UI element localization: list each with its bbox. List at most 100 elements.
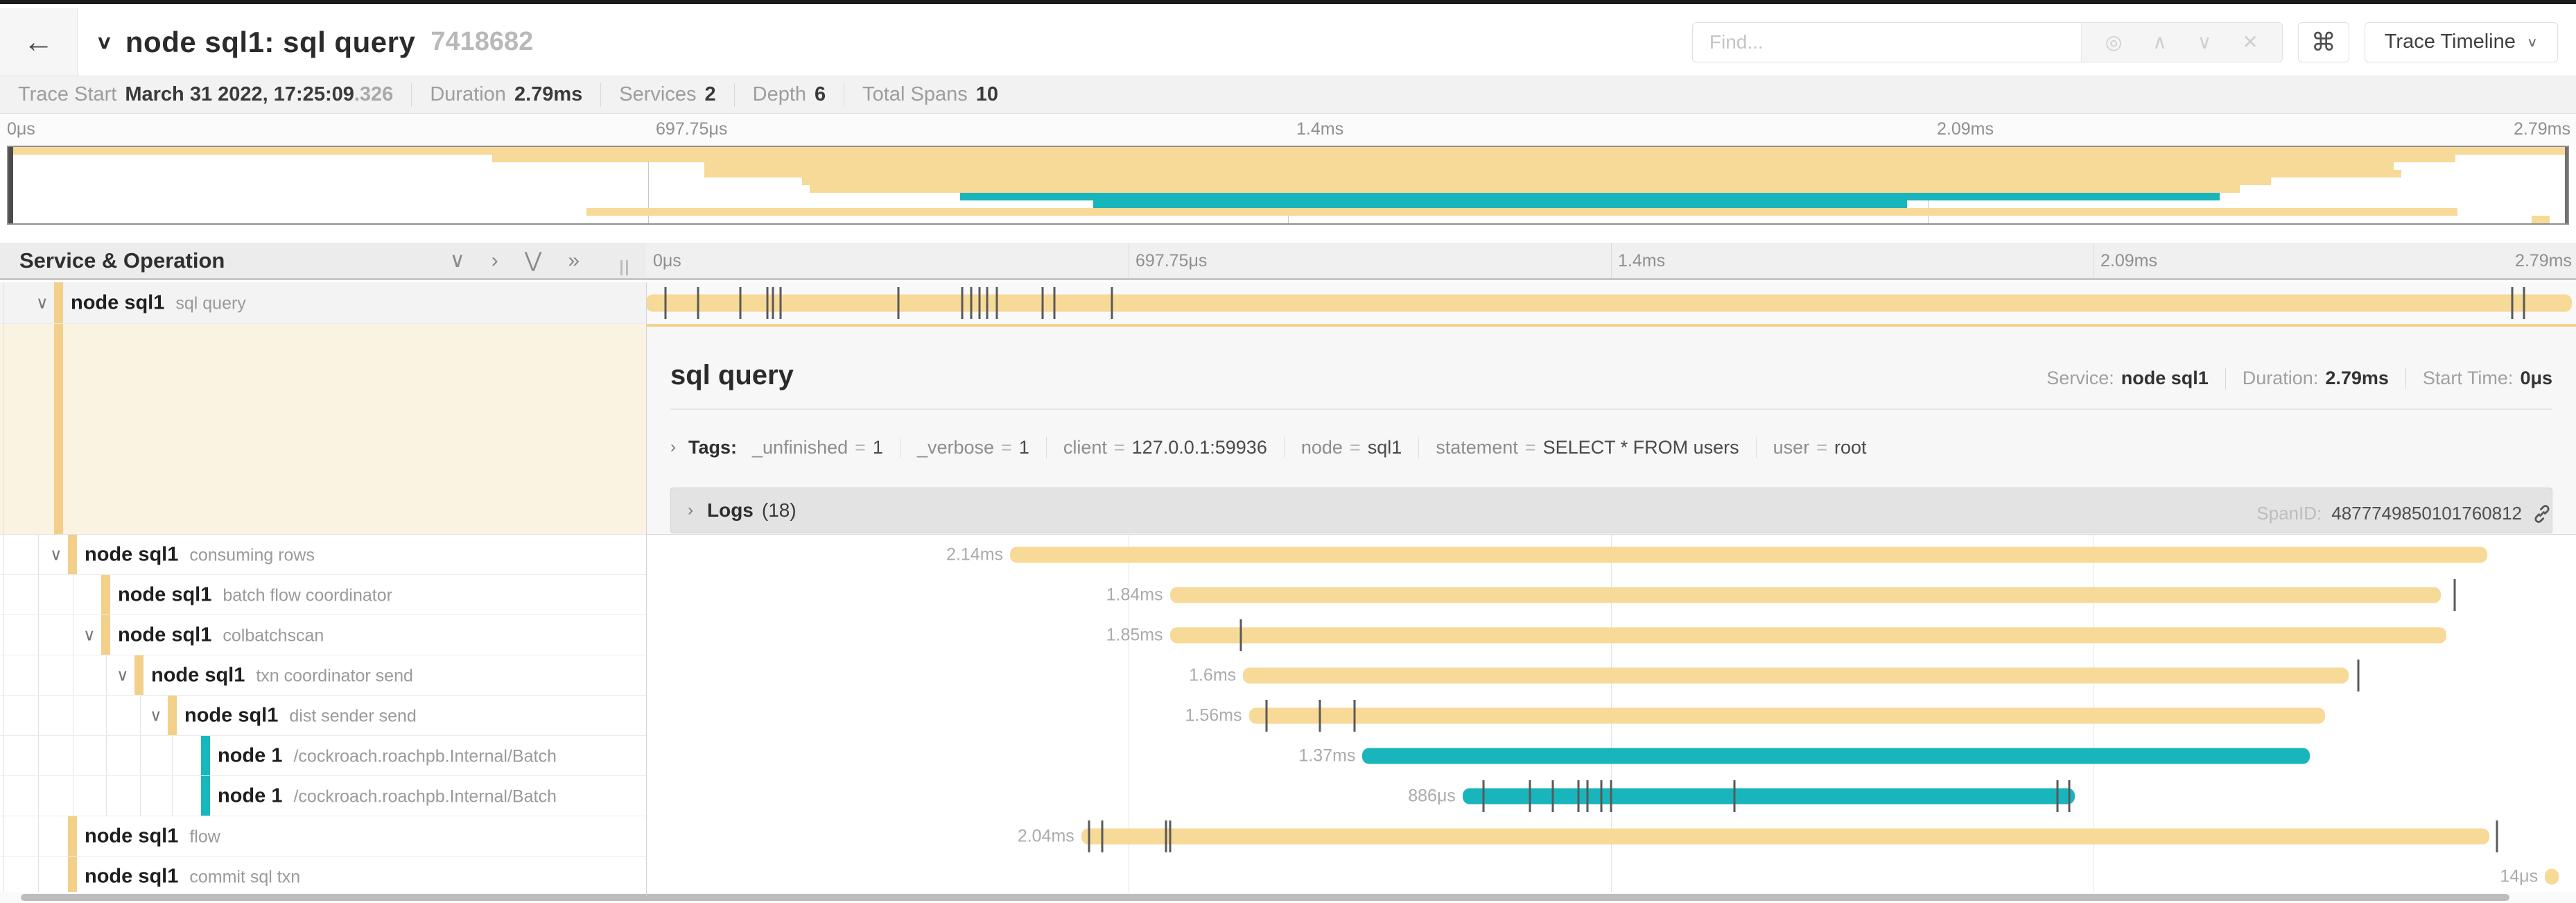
timeline-ruler-label: 1.4ms xyxy=(1618,251,1665,271)
span-tree-item--cockroach-roachpb-internal-batch[interactable]: node 1/cockroach.roachpb.Internal/Batch xyxy=(0,776,646,816)
panel-divider[interactable] xyxy=(646,282,647,896)
span-operation: flow xyxy=(189,827,220,846)
tags-row[interactable]: › Tags: _unfinished=1_verbose=1client=12… xyxy=(670,428,2552,467)
tags-expand-icon[interactable]: › xyxy=(670,438,676,457)
find-input[interactable] xyxy=(1693,23,2081,62)
summary-item: Services2 xyxy=(619,83,715,106)
log-marker-tick xyxy=(1265,700,1267,732)
expand-one-icon[interactable]: › xyxy=(491,250,498,271)
duration-label: Duration: xyxy=(2243,368,2319,389)
expand-chevron-icon[interactable]: ∨ xyxy=(50,544,62,565)
minimap-left-drag-handle[interactable] xyxy=(8,147,13,223)
span-tree-item-commit-sql-txn[interactable]: node sql1commit sql txn xyxy=(0,857,646,897)
span-duration-bar[interactable] xyxy=(1243,668,2349,684)
trace-view-selector[interactable]: Trace Timeline ∨ xyxy=(2365,22,2558,62)
span-tree-item-txn-coordinator-send[interactable]: ∨node sql1txn coordinator send xyxy=(0,655,646,696)
log-marker-tick xyxy=(740,287,742,319)
span-duration-bar[interactable] xyxy=(1010,547,2487,563)
locate-icon[interactable]: ◎ xyxy=(2105,33,2122,52)
find-prev-icon[interactable]: ∧ xyxy=(2152,33,2167,52)
indent-guide xyxy=(3,816,4,856)
span-label: node sql1colbatchscan xyxy=(118,624,324,646)
indent-guide xyxy=(38,615,39,655)
expand-all-icon[interactable]: » xyxy=(568,250,580,271)
span-tree-item-flow[interactable]: node sql1flow xyxy=(0,816,646,857)
span-detail-panel: sql query Service: node sql1 Duration: 2… xyxy=(647,324,2576,535)
span-duration-bar[interactable] xyxy=(1170,587,2441,603)
keyboard-shortcuts-button[interactable]: ⌘ xyxy=(2298,22,2349,62)
log-marker-tick xyxy=(767,287,769,319)
log-marker-tick xyxy=(780,287,782,319)
timeline-minimap[interactable] xyxy=(7,146,2569,225)
span-duration-label: 886μs xyxy=(1408,786,1456,807)
back-button[interactable]: ← xyxy=(0,8,78,76)
find-group: ◎ ∧ ∨ ✕ xyxy=(1692,22,2283,62)
trace-title-wrap: ∨ node sql1: sql query 7418682 xyxy=(96,8,533,76)
indent-guide xyxy=(106,696,107,735)
tags-list: _unfinished=1_verbose=1client=127.0.0.1:… xyxy=(752,437,1883,458)
log-marker-tick xyxy=(961,287,963,319)
span-tree-item-consuming-rows[interactable]: ∨node sql1consuming rows xyxy=(0,535,646,575)
log-marker-tick xyxy=(1088,820,1090,852)
span-duration-label: 2.14ms xyxy=(946,545,1003,565)
indent-guide xyxy=(3,535,4,574)
span-duration-label: 14μs xyxy=(2500,867,2538,887)
minimap-span-bar xyxy=(2532,216,2550,223)
span-operation: sql query xyxy=(175,293,245,313)
minimap-span-row xyxy=(8,208,2568,216)
span-service: node sql1 xyxy=(151,664,245,686)
minimap-span-bar xyxy=(704,170,2401,178)
indent-guide xyxy=(3,696,4,735)
span-duration-bar[interactable] xyxy=(646,295,2572,312)
column-resize-grip[interactable] xyxy=(620,260,628,275)
span-duration-bar[interactable] xyxy=(1170,628,2447,644)
expand-chevron-icon[interactable]: ∨ xyxy=(36,293,49,313)
indent-guide xyxy=(38,655,39,695)
indent-guide xyxy=(3,736,4,775)
collapse-trace-icon[interactable]: ∨ xyxy=(96,31,113,53)
minimap-ruler: 0μs697.75μs1.4ms2.09ms2.79ms xyxy=(0,114,2576,146)
deep-link-icon[interactable] xyxy=(2532,504,2552,524)
span-tree-item-dist-sender-send[interactable]: ∨node sql1dist sender send xyxy=(0,696,646,736)
indent-guide xyxy=(140,696,141,735)
summary-item: Total Spans10 xyxy=(862,83,998,106)
expand-chevron-icon[interactable]: ∨ xyxy=(116,665,129,685)
span-duration-bar[interactable] xyxy=(2545,869,2558,885)
span-tree-item-batch-flow-coordinator[interactable]: node sql1batch flow coordinator xyxy=(0,575,646,615)
logs-expand-icon[interactable]: › xyxy=(688,501,693,520)
span-tree-item--cockroach-roachpb-internal-batch[interactable]: node 1/cockroach.roachpb.Internal/Batch xyxy=(0,736,646,776)
span-tree-item-colbatchscan[interactable]: ∨ node sql1colbatchscan xyxy=(0,615,646,655)
scrollbar-thumb[interactable] xyxy=(21,894,2509,901)
log-marker-tick xyxy=(2523,287,2525,319)
log-marker-tick xyxy=(1240,619,1242,651)
log-marker-tick xyxy=(1529,780,1531,812)
span-duration-bar[interactable] xyxy=(1463,789,2075,805)
expand-chevron-icon[interactable]: ∨ xyxy=(83,625,96,645)
back-arrow-icon: ← xyxy=(24,25,54,60)
span-duration-bar[interactable] xyxy=(1362,748,2310,764)
find-clear-icon[interactable]: ✕ xyxy=(2242,33,2258,52)
minimap-right-drag-handle[interactable] xyxy=(2565,147,2568,223)
span-tree-item-sql-query[interactable]: ∨node sql1sql query xyxy=(0,282,646,324)
collapse-one-icon[interactable]: ∨ xyxy=(450,250,465,271)
tag-value: 127.0.0.1:59936 xyxy=(1132,437,1267,458)
timeline-ruler: 0μs697.75μs1.4ms2.09ms2.79ms xyxy=(646,243,2576,278)
summary-value: March 31 2022, 17:25:09.326 xyxy=(125,83,393,106)
span-duration-bar[interactable] xyxy=(1249,708,2326,724)
minimap-rows xyxy=(8,147,2568,223)
minimap-span-row xyxy=(8,193,2568,200)
log-marker-tick xyxy=(664,287,666,319)
span-service: node sql1 xyxy=(85,543,178,565)
tag-equals: = xyxy=(1525,437,1536,458)
find-next-icon[interactable]: ∨ xyxy=(2198,33,2212,52)
expand-chevron-icon[interactable]: ∨ xyxy=(150,705,162,725)
minimap-span-row xyxy=(8,155,2568,162)
collapse-all-icon[interactable]: ⋁ xyxy=(525,250,542,271)
log-marker-tick xyxy=(1610,780,1612,812)
page-header: ← ∨ node sql1: sql query 7418682 ◎ ∧ ∨ ✕… xyxy=(0,8,2576,76)
minimap-span-bar xyxy=(8,147,2568,155)
horizontal-scrollbar[interactable] xyxy=(0,892,2576,903)
tag-item: client=127.0.0.1:59936 xyxy=(1046,437,1284,458)
span-duration-bar[interactable] xyxy=(1081,829,2489,845)
tag-equals: = xyxy=(1816,437,1827,458)
